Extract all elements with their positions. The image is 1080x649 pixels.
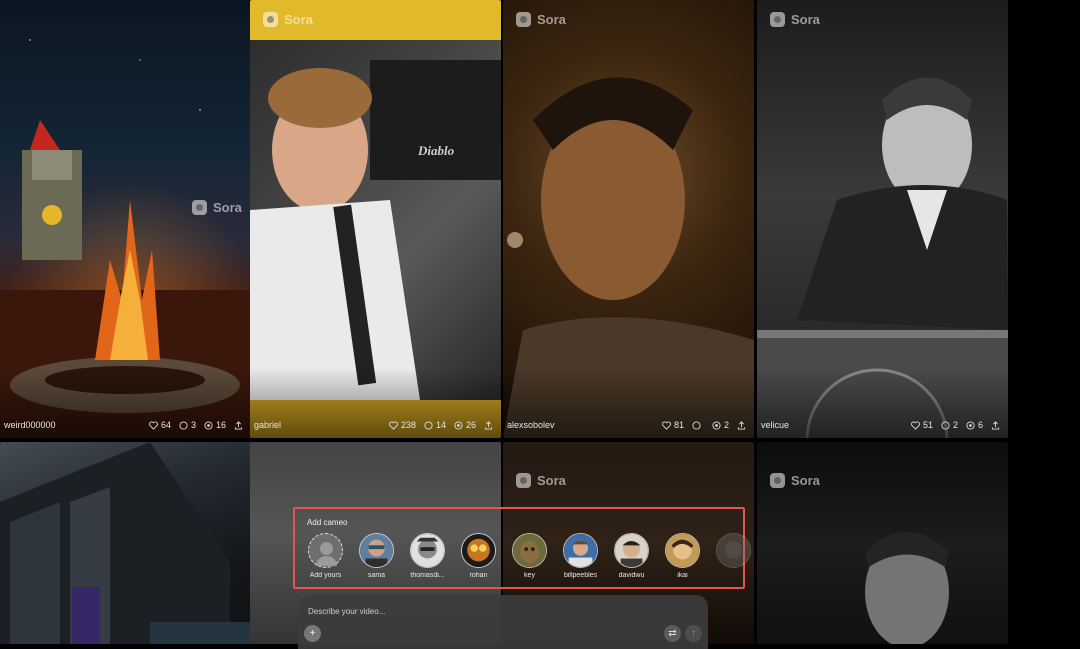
username[interactable]: weird000000 [4, 420, 141, 430]
comments-stat[interactable]: 3 [179, 420, 196, 430]
cameo-key[interactable]: key [511, 533, 548, 579]
username[interactable]: velicue [761, 420, 903, 430]
cameo-billpeebles[interactable]: billpeebles [562, 533, 599, 579]
video-tile[interactable]: Sora weird000000 64 3 16 [0, 0, 251, 438]
sora-logo-icon [770, 12, 785, 27]
prompt-composer: + ⇄ ↑ [298, 595, 708, 649]
sora-watermark: Sora [770, 473, 820, 488]
add-attachment-button[interactable]: + [304, 625, 321, 642]
video-tile[interactable]: Diablo Sora gabriel 238 14 26 [250, 0, 501, 438]
swap-icon: ⇄ [668, 628, 677, 639]
remix-stat[interactable]: 16 [204, 420, 226, 430]
share-icon [234, 420, 243, 430]
video-meta: gabriel 238 14 26 [254, 418, 493, 432]
remix-icon [454, 420, 463, 430]
comments-stat[interactable]: 2 [941, 420, 958, 430]
plus-icon: + [309, 628, 316, 639]
video-tile[interactable]: Sora [757, 442, 1008, 644]
sora-watermark: Sora [770, 12, 820, 27]
arrow-up-icon: ↑ [691, 628, 696, 639]
share-icon [484, 420, 493, 430]
add-person-icon [308, 533, 343, 568]
username[interactable]: alexsobolev [507, 420, 654, 430]
comments-stat[interactable]: 14 [424, 420, 446, 430]
video-tile[interactable] [0, 442, 251, 644]
video-meta: alexsobolev 81 2 [507, 418, 746, 432]
remix-icon [712, 420, 721, 430]
username[interactable]: gabriel [254, 420, 381, 430]
comment-icon [179, 420, 188, 430]
share-stat[interactable] [737, 420, 746, 430]
sora-logo-icon [516, 12, 531, 27]
cameo-list: Add yours sama thomasdi... rohan key bil… [307, 533, 752, 579]
heart-icon [148, 420, 158, 430]
sora-logo-icon [263, 12, 278, 27]
cameo-rohan[interactable]: rohan [460, 533, 497, 579]
remix-icon [966, 420, 975, 430]
share-icon [991, 420, 1000, 430]
sora-watermark: Sora [516, 473, 566, 488]
car-badge: Diablo [417, 143, 455, 158]
likes-stat[interactable]: 238 [388, 420, 416, 430]
remix-stat[interactable]: 6 [966, 420, 983, 430]
remix-stat[interactable]: 26 [454, 420, 476, 430]
avatar [614, 533, 649, 568]
share-icon [737, 420, 746, 430]
comment-icon [692, 420, 701, 430]
sora-watermark: Sora [263, 12, 313, 27]
video-meta: velicue 51 2 6 [761, 418, 1000, 432]
send-button[interactable]: ↑ [685, 625, 702, 642]
share-stat[interactable] [484, 420, 493, 430]
share-stat[interactable] [991, 420, 1000, 430]
share-stat[interactable] [234, 420, 243, 430]
cameo-davidwu[interactable]: davidwu [613, 533, 650, 579]
describe-video-input[interactable] [306, 603, 690, 619]
comments-stat[interactable] [692, 420, 704, 430]
video-tile[interactable]: Sora alexsobolev 81 2 [503, 0, 754, 438]
comment-icon [941, 420, 950, 430]
add-cameo-panel: Add cameo Add yours sama thomasdi... roh… [293, 507, 751, 589]
avatar [461, 533, 496, 568]
remix-icon [204, 420, 213, 430]
cameo-more[interactable] [715, 533, 752, 579]
remix-stat[interactable]: 2 [712, 420, 729, 430]
avatar [512, 533, 547, 568]
video-tile[interactable]: Sora velicue 51 2 6 [757, 0, 1008, 438]
heart-icon [388, 420, 398, 430]
cameo-ikai[interactable]: ikai [664, 533, 701, 579]
cameo-sama[interactable]: sama [358, 533, 395, 579]
cameo-title: Add cameo [307, 518, 348, 527]
likes-stat[interactable]: 81 [661, 420, 684, 430]
sora-logo-icon [516, 473, 531, 488]
avatar [359, 533, 394, 568]
heart-icon [661, 420, 671, 430]
add-yours-cameo[interactable]: Add yours [307, 533, 344, 579]
likes-stat[interactable]: 64 [148, 420, 171, 430]
video-meta: weird000000 64 3 16 [4, 418, 243, 432]
avatar [716, 533, 751, 568]
avatar [665, 533, 700, 568]
avatar [410, 533, 445, 568]
cameo-thomasdi[interactable]: thomasdi... [409, 533, 446, 579]
sora-watermark: Sora [516, 12, 566, 27]
avatar [563, 533, 598, 568]
sora-watermark: Sora [192, 200, 242, 215]
comment-icon [424, 420, 433, 430]
heart-icon [910, 420, 920, 430]
sora-logo-icon [192, 200, 207, 215]
likes-stat[interactable]: 51 [910, 420, 933, 430]
sora-logo-icon [770, 473, 785, 488]
settings-toggle-button[interactable]: ⇄ [664, 625, 681, 642]
